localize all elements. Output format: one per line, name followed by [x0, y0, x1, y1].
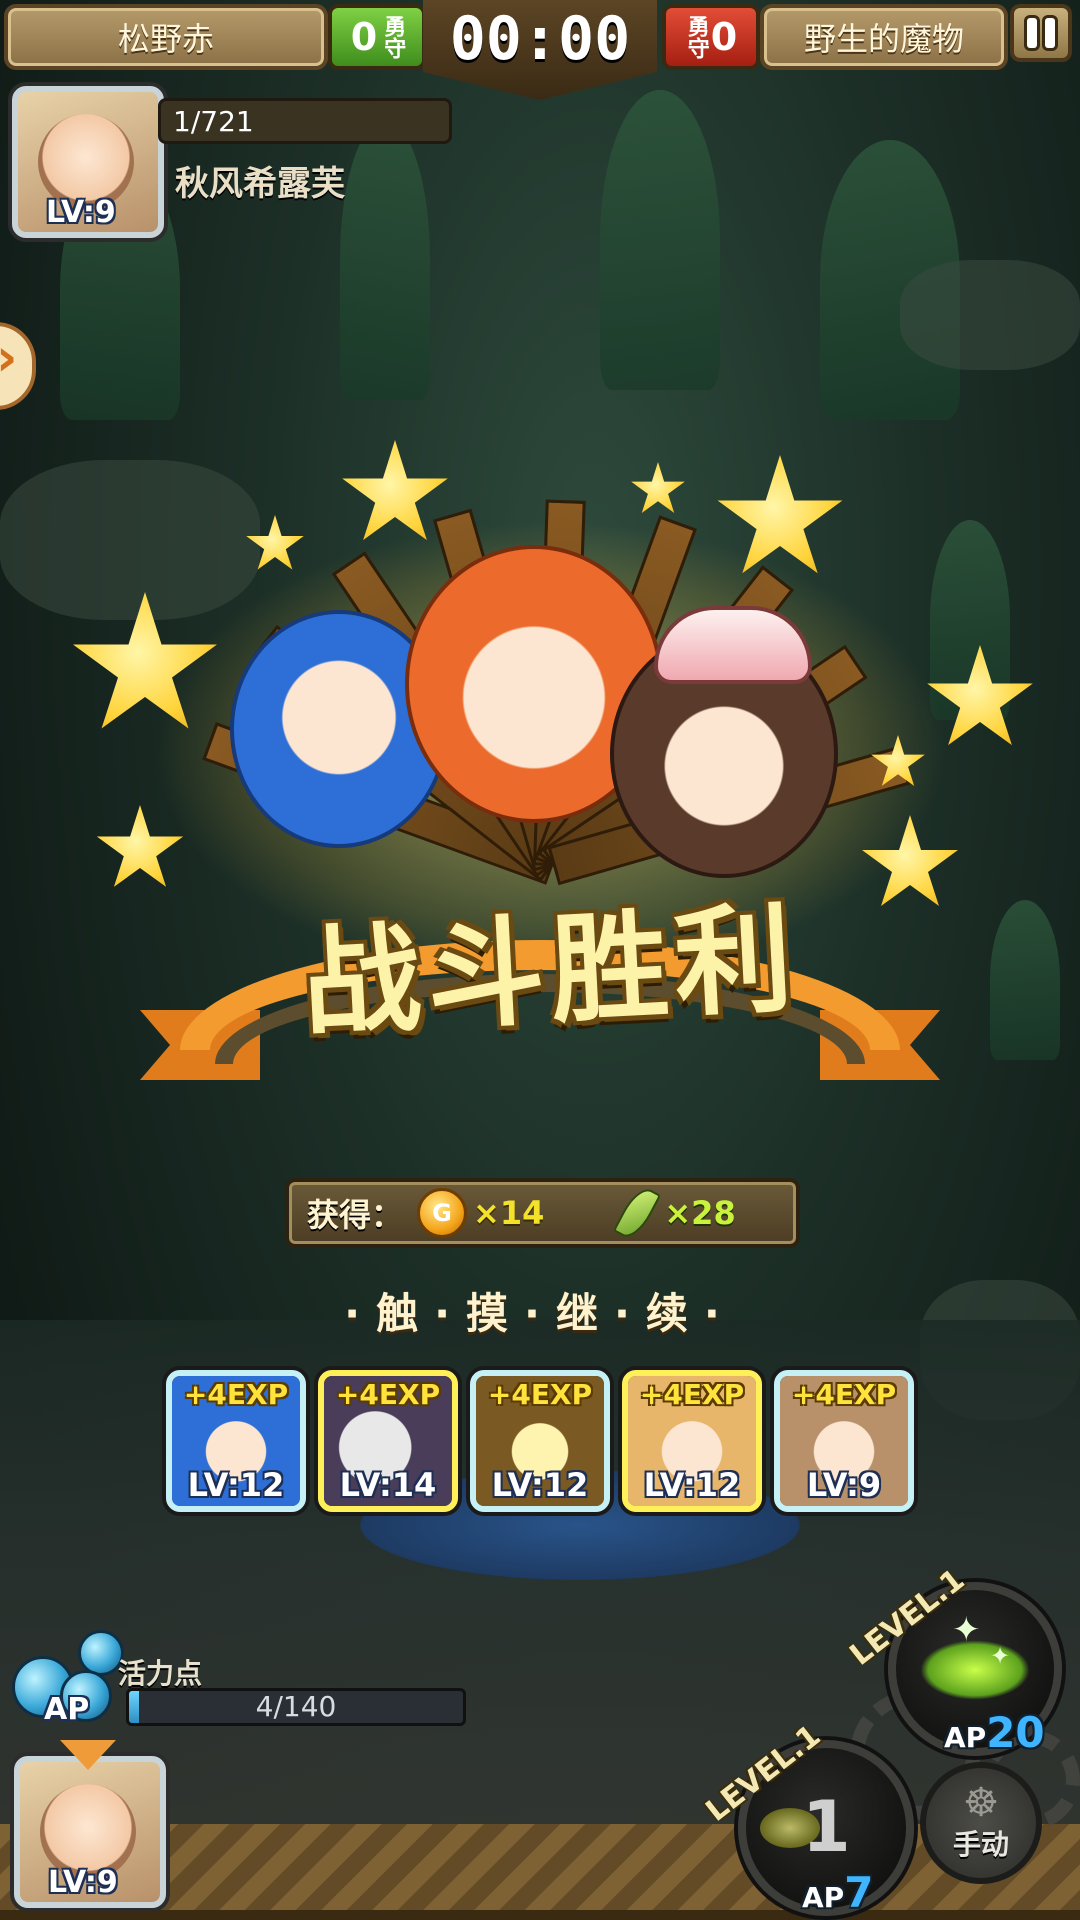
- exp-gain: +4EXP: [335, 1378, 441, 1411]
- party-member-card: +4EXP LV:9: [774, 1370, 914, 1512]
- active-character-level: LV:9: [48, 1865, 118, 1900]
- ap-bar: 4/140: [126, 1688, 466, 1726]
- sparkle-icon: ✦: [952, 1610, 981, 1650]
- side-menu-tab[interactable]: [0, 322, 36, 410]
- battle-timer: 00:00: [423, 0, 657, 100]
- skill-button-1[interactable]: ✦ ✦ LEVEL.1 AP20: [844, 1562, 1062, 1757]
- member-level: LV:12: [187, 1466, 285, 1504]
- feather-icon: [613, 1183, 662, 1243]
- skill-button-2[interactable]: 1 LEVEL.1 AP7: [700, 1718, 914, 1917]
- manual-mode-label: 手动: [952, 1828, 1009, 1861]
- reward-bar: 获得： G ×14 ×28: [285, 1178, 800, 1248]
- exp-gain: +4EXP: [487, 1378, 593, 1411]
- skill-2-count: 1: [802, 1786, 851, 1868]
- player-score: 0 勇守: [328, 4, 426, 70]
- player-hp-value: 1/721: [173, 104, 254, 138]
- party-member-card: +4EXP LV:12: [166, 1370, 306, 1512]
- exp-gain: +4EXP: [791, 1378, 897, 1411]
- party-exp-row: +4EXP LV:12 +4EXP LV:14 +4EXP LV:12 +4EXP LV:12…: [166, 1370, 914, 1512]
- member-level: LV:9: [806, 1466, 882, 1504]
- enemy-score-value: 0: [710, 15, 738, 59]
- player-name-plate: 松野赤: [4, 4, 328, 70]
- steering-wheel-icon: ☸: [963, 1780, 999, 1826]
- ap-label: 活力点: [118, 1657, 203, 1690]
- victory-title: 战斗胜利: [299, 889, 802, 1053]
- feather-reward-amount: ×28: [664, 1194, 736, 1232]
- manual-mode-button[interactable]: ☸ 手动: [920, 1762, 1042, 1884]
- enemy-score: 勇守 0: [662, 4, 760, 70]
- player-portrait[interactable]: LV:9: [12, 86, 164, 238]
- member-level: LV:12: [491, 1466, 589, 1504]
- coin-reward-amount: ×14: [473, 1194, 545, 1232]
- enemy-name-plate: 野生的魔物: [760, 4, 1008, 70]
- player-score-value: 0: [350, 15, 378, 59]
- gold-coin-icon: G: [417, 1188, 468, 1238]
- skill-2-ap: AP7: [802, 1868, 874, 1917]
- player-score-tag: 勇守: [380, 15, 406, 59]
- player-character-name: 秋风希露芙: [175, 164, 345, 204]
- reward-label: 获得：: [307, 1196, 404, 1234]
- member-level: LV:12: [643, 1466, 741, 1504]
- member-level: LV:14: [339, 1466, 437, 1504]
- tap-to-continue[interactable]: ·触·摸·继·续·: [0, 1280, 1080, 1341]
- pause-button[interactable]: [1010, 4, 1072, 62]
- top-bar: 松野赤 0 勇守 00:00 勇守 0 野生的魔物: [0, 0, 1080, 100]
- player-level: LV:9: [46, 195, 116, 230]
- exp-gain: +4EXP: [183, 1378, 289, 1411]
- party-member-card: +4EXP LV:12: [622, 1370, 762, 1512]
- enemy-score-tag: 勇守: [683, 15, 709, 59]
- pause-icon: [1027, 18, 1037, 48]
- ap-tag: AP: [44, 1692, 90, 1727]
- ap-value: 4/140: [255, 1690, 337, 1723]
- party-member-card: +4EXP LV:12: [470, 1370, 610, 1512]
- exp-gain: +4EXP: [639, 1378, 745, 1411]
- party-member-card: +4EXP LV:14: [318, 1370, 458, 1512]
- hero-brown-hair-girl: [610, 606, 838, 878]
- skill-1-ap: AP20: [944, 1708, 1045, 1757]
- player-hp-bar: 1/721: [158, 98, 452, 144]
- pink-hat: [654, 606, 812, 684]
- sparkle-icon: ✦: [990, 1642, 1011, 1670]
- active-character-portrait[interactable]: LV:9: [14, 1756, 166, 1908]
